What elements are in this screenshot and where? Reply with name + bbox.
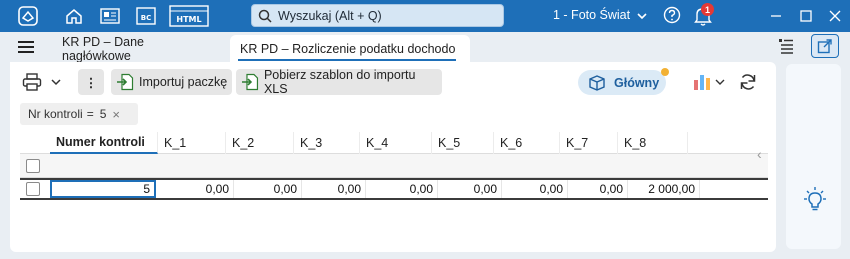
search-placeholder: Wyszukaj (Alt + Q)	[278, 8, 382, 23]
hamburger-menu-icon[interactable]	[18, 40, 34, 59]
maximize-icon[interactable]	[794, 5, 818, 27]
filter-chip[interactable]: Nr kontroli = 5 ×	[20, 103, 138, 125]
column-header-k1[interactable]: K_1	[158, 132, 226, 154]
tab-dane-naglowkowe[interactable]: KR PD – Dane nagłówkowe	[52, 34, 224, 63]
cell-k7[interactable]: 0,00	[568, 180, 628, 198]
bar-chart-icon	[694, 75, 725, 90]
tab-rozliczenie[interactable]: KR PD – Rozliczenie podatku dochodo	[230, 35, 470, 62]
active-tab-indicator	[238, 59, 456, 61]
filter-operator: =	[86, 107, 94, 121]
notification-badge: 1	[701, 3, 714, 16]
lightbulb-icon[interactable]	[801, 186, 829, 219]
app-logo-icon[interactable]	[14, 4, 42, 28]
filter-value: 5	[99, 107, 107, 121]
minimize-icon[interactable]	[764, 5, 788, 27]
column-header-k4[interactable]: K_4	[360, 132, 432, 154]
remove-filter-icon[interactable]: ×	[112, 107, 120, 122]
home-icon[interactable]	[62, 4, 86, 28]
status-dot	[661, 68, 669, 76]
tab-label: KR PD – Rozliczenie podatku dochodo	[240, 41, 456, 56]
chart-button[interactable]	[693, 72, 727, 97]
cell-k4[interactable]: 0,00	[366, 180, 438, 198]
view-icon	[589, 74, 605, 91]
grid-header-row: Numer kontroli K_1 K_2 K_3 K_4 K_5 K_6 K…	[20, 132, 768, 154]
column-header-numer-kontroli[interactable]: Numer kontroli	[50, 132, 158, 154]
title-bar: BC HTML Wyszukaj (Alt + Q) 1 - Foto Świa…	[0, 0, 850, 32]
view-label: Główny	[614, 75, 660, 90]
cell-k8[interactable]: 2 000,00	[628, 180, 700, 198]
table-row[interactable]: 5 0,00 0,00 0,00 0,00 0,00 0,00 0,00 2 0…	[20, 178, 768, 200]
chevron-down-icon	[51, 79, 61, 86]
cell-k2[interactable]: 0,00	[234, 180, 302, 198]
column-header-k8[interactable]: K_8	[618, 132, 688, 154]
column-header-k2[interactable]: K_2	[226, 132, 294, 154]
print-button[interactable]	[22, 69, 72, 95]
download-template-button[interactable]: Pobierz szablon do importu XLS	[236, 68, 442, 96]
bc-icon[interactable]: BC	[134, 4, 158, 28]
cell-k6[interactable]: 0,00	[502, 180, 568, 198]
side-panel	[786, 64, 841, 249]
row-checkbox[interactable]	[26, 182, 40, 196]
cell-k3[interactable]: 0,00	[302, 180, 366, 198]
search-input[interactable]: Wyszukaj (Alt + Q)	[251, 4, 504, 27]
column-header-k6[interactable]: K_6	[494, 132, 560, 154]
bc-icon-label: BC	[141, 14, 151, 22]
view-selector-button[interactable]: Główny	[578, 70, 666, 95]
chevron-down-icon[interactable]	[636, 6, 648, 31]
main-panel: ⋮ Importuj paczkę Pobierz szablon do imp…	[10, 62, 776, 252]
close-icon[interactable]	[823, 5, 847, 27]
grid-filter-row	[20, 154, 768, 178]
column-header-k3[interactable]: K_3	[294, 132, 360, 154]
tab-label: KR PD – Dane nagłówkowe	[62, 34, 144, 63]
more-options-button[interactable]: ⋮	[78, 69, 104, 95]
html-icon-label: HTML	[176, 15, 201, 24]
import-icon	[117, 73, 134, 91]
cell-numer-kontroli[interactable]: 5	[50, 180, 156, 198]
help-icon[interactable]	[662, 5, 682, 30]
search-icon	[258, 9, 272, 23]
app-window: BC HTML Wyszukaj (Alt + Q) 1 - Foto Świa…	[0, 0, 850, 259]
open-external-icon[interactable]	[811, 34, 839, 58]
scroll-left-icon[interactable]: ‹	[757, 146, 762, 162]
select-all-checkbox[interactable]	[26, 159, 40, 173]
list-view-icon[interactable]	[778, 38, 794, 59]
download-template-icon	[241, 73, 259, 91]
news-icon[interactable]	[98, 4, 122, 28]
column-header-k7[interactable]: K_7	[560, 132, 618, 154]
more-icon: ⋮	[84, 75, 98, 90]
import-package-button[interactable]: Importuj paczkę	[111, 69, 232, 95]
cell-k5[interactable]: 0,00	[438, 180, 502, 198]
column-header-k5[interactable]: K_5	[432, 132, 494, 154]
cell-k1[interactable]: 0,00	[158, 180, 234, 198]
printer-icon	[22, 73, 42, 91]
refresh-icon[interactable]	[738, 72, 758, 97]
download-template-label: Pobierz szablon do importu XLS	[263, 68, 416, 96]
company-selector[interactable]: 1 - Foto Świat	[553, 8, 630, 22]
data-grid: Numer kontroli K_1 K_2 K_3 K_4 K_5 K_6 K…	[20, 132, 768, 200]
import-package-label: Importuj paczkę	[139, 75, 228, 89]
html-icon[interactable]: HTML	[168, 4, 210, 28]
tab-strip: KR PD – Dane nagłówkowe KR PD – Rozlicze…	[0, 32, 850, 63]
filter-field: Nr kontroli	[28, 107, 83, 121]
